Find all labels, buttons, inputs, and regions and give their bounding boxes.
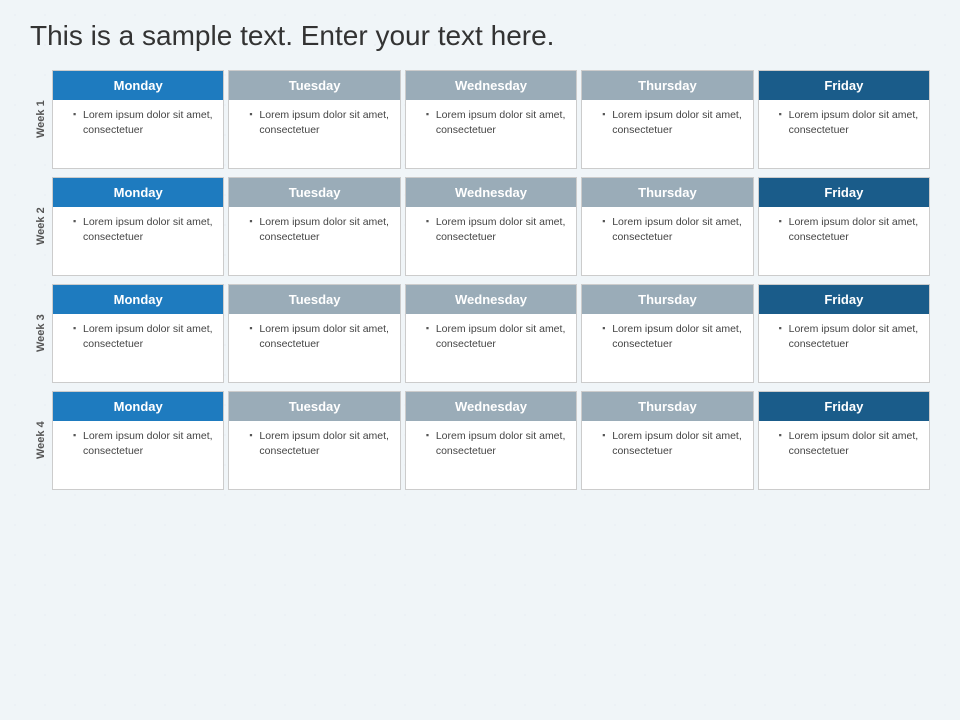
list-item: Lorem ipsum dolor sit amet, consectetuer xyxy=(602,322,744,351)
list-item: Lorem ipsum dolor sit amet, consectetuer xyxy=(426,429,568,458)
day-header-week2-monday: Monday xyxy=(53,178,223,207)
day-body-week2-monday: Lorem ipsum dolor sit amet, consectetuer xyxy=(53,207,223,275)
day-body-week3-thursday: Lorem ipsum dolor sit amet, consectetuer xyxy=(582,314,752,382)
list-item: Lorem ipsum dolor sit amet, consectetuer xyxy=(779,429,921,458)
list-item: Lorem ipsum dolor sit amet, consectetuer xyxy=(426,108,568,137)
days-container-week-2: Monday Lorem ipsum dolor sit amet, consec… xyxy=(52,177,930,276)
day-header-week4-thursday: Thursday xyxy=(582,392,752,421)
day-body-week4-monday: Lorem ipsum dolor sit amet, consectetuer xyxy=(53,421,223,489)
day-cell-week4-friday: Friday Lorem ipsum dolor sit amet, consec… xyxy=(758,391,930,490)
day-body-week3-friday: Lorem ipsum dolor sit amet, consectetuer xyxy=(759,314,929,382)
day-header-week3-friday: Friday xyxy=(759,285,929,314)
list-item: Lorem ipsum dolor sit amet, consectetuer xyxy=(73,322,215,351)
list-item: Lorem ipsum dolor sit amet, consectetuer xyxy=(426,322,568,351)
day-cell-week3-friday: Friday Lorem ipsum dolor sit amet, consec… xyxy=(758,284,930,383)
day-body-week3-wednesday: Lorem ipsum dolor sit amet, consectetuer xyxy=(406,314,576,382)
day-header-week2-tuesday: Tuesday xyxy=(229,178,399,207)
list-item: Lorem ipsum dolor sit amet, consectetuer xyxy=(249,429,391,458)
week-row-2: Week 2Monday Lorem ipsum dolor sit amet, … xyxy=(30,177,930,276)
page-title: This is a sample text. Enter your text h… xyxy=(30,20,930,52)
list-item: Lorem ipsum dolor sit amet, consectetuer xyxy=(73,108,215,137)
day-body-week4-wednesday: Lorem ipsum dolor sit amet, consectetuer xyxy=(406,421,576,489)
day-body-week1-thursday: Lorem ipsum dolor sit amet, consectetuer xyxy=(582,100,752,168)
day-header-week1-friday: Friday xyxy=(759,71,929,100)
day-body-week1-friday: Lorem ipsum dolor sit amet, consectetuer xyxy=(759,100,929,168)
day-body-week3-tuesday: Lorem ipsum dolor sit amet, consectetuer xyxy=(229,314,399,382)
list-item: Lorem ipsum dolor sit amet, consectetuer xyxy=(73,215,215,244)
week-label-3: Week 3 xyxy=(30,284,52,383)
day-cell-week2-wednesday: Wednesday Lorem ipsum dolor sit amet, con… xyxy=(405,177,577,276)
list-item: Lorem ipsum dolor sit amet, consectetuer xyxy=(779,215,921,244)
day-body-week2-thursday: Lorem ipsum dolor sit amet, consectetuer xyxy=(582,207,752,275)
day-body-week1-monday: Lorem ipsum dolor sit amet, consectetuer xyxy=(53,100,223,168)
day-body-week4-thursday: Lorem ipsum dolor sit amet, consectetuer xyxy=(582,421,752,489)
week-label-2: Week 2 xyxy=(30,177,52,276)
page-container: This is a sample text. Enter your text h… xyxy=(0,0,960,720)
day-cell-week4-monday: Monday Lorem ipsum dolor sit amet, consec… xyxy=(52,391,224,490)
list-item: Lorem ipsum dolor sit amet, consectetuer xyxy=(249,215,391,244)
day-header-week2-wednesday: Wednesday xyxy=(406,178,576,207)
day-body-week3-monday: Lorem ipsum dolor sit amet, consectetuer xyxy=(53,314,223,382)
day-cell-week4-tuesday: Tuesday Lorem ipsum dolor sit amet, conse… xyxy=(228,391,400,490)
list-item: Lorem ipsum dolor sit amet, consectetuer xyxy=(602,429,744,458)
day-cell-week4-wednesday: Wednesday Lorem ipsum dolor sit amet, con… xyxy=(405,391,577,490)
list-item: Lorem ipsum dolor sit amet, consectetuer xyxy=(602,215,744,244)
day-body-week2-friday: Lorem ipsum dolor sit amet, consectetuer xyxy=(759,207,929,275)
day-body-week2-tuesday: Lorem ipsum dolor sit amet, consectetuer xyxy=(229,207,399,275)
week-row-4: Week 4Monday Lorem ipsum dolor sit amet, … xyxy=(30,391,930,490)
day-body-week4-friday: Lorem ipsum dolor sit amet, consectetuer xyxy=(759,421,929,489)
list-item: Lorem ipsum dolor sit amet, consectetuer xyxy=(426,215,568,244)
day-header-week1-monday: Monday xyxy=(53,71,223,100)
day-header-week3-thursday: Thursday xyxy=(582,285,752,314)
day-header-week3-wednesday: Wednesday xyxy=(406,285,576,314)
list-item: Lorem ipsum dolor sit amet, consectetuer xyxy=(249,322,391,351)
day-body-week1-wednesday: Lorem ipsum dolor sit amet, consectetuer xyxy=(406,100,576,168)
day-header-week3-monday: Monday xyxy=(53,285,223,314)
day-cell-week1-wednesday: Wednesday Lorem ipsum dolor sit amet, con… xyxy=(405,70,577,169)
week-label-1: Week 1 xyxy=(30,70,52,169)
day-cell-week3-thursday: Thursday Lorem ipsum dolor sit amet, cons… xyxy=(581,284,753,383)
day-cell-week1-friday: Friday Lorem ipsum dolor sit amet, consec… xyxy=(758,70,930,169)
day-cell-week3-monday: Monday Lorem ipsum dolor sit amet, consec… xyxy=(52,284,224,383)
day-header-week2-thursday: Thursday xyxy=(582,178,752,207)
day-header-week3-tuesday: Tuesday xyxy=(229,285,399,314)
day-body-week2-wednesday: Lorem ipsum dolor sit amet, consectetuer xyxy=(406,207,576,275)
day-header-week1-tuesday: Tuesday xyxy=(229,71,399,100)
day-header-week4-wednesday: Wednesday xyxy=(406,392,576,421)
day-cell-week3-tuesday: Tuesday Lorem ipsum dolor sit amet, conse… xyxy=(228,284,400,383)
day-body-week1-tuesday: Lorem ipsum dolor sit amet, consectetuer xyxy=(229,100,399,168)
day-header-week4-friday: Friday xyxy=(759,392,929,421)
day-body-week4-tuesday: Lorem ipsum dolor sit amet, consectetuer xyxy=(229,421,399,489)
week-row-3: Week 3Monday Lorem ipsum dolor sit amet, … xyxy=(30,284,930,383)
week-row-1: Week 1Monday Lorem ipsum dolor sit amet, … xyxy=(30,70,930,169)
day-cell-week1-thursday: Thursday Lorem ipsum dolor sit amet, cons… xyxy=(581,70,753,169)
schedule-grid: Week 1MondayLorem ipsum dolor sit amet, … xyxy=(30,70,930,490)
day-header-week2-friday: Friday xyxy=(759,178,929,207)
day-header-week4-tuesday: Tuesday xyxy=(229,392,399,421)
week-label-4: Week 4 xyxy=(30,391,52,490)
day-cell-week2-thursday: Thursday Lorem ipsum dolor sit amet, cons… xyxy=(581,177,753,276)
day-cell-week2-tuesday: Tuesday Lorem ipsum dolor sit amet, conse… xyxy=(228,177,400,276)
day-cell-week2-monday: Monday Lorem ipsum dolor sit amet, consec… xyxy=(52,177,224,276)
day-cell-week3-wednesday: Wednesday Lorem ipsum dolor sit amet, con… xyxy=(405,284,577,383)
list-item: Lorem ipsum dolor sit amet, consectetuer xyxy=(779,108,921,137)
list-item: Lorem ipsum dolor sit amet, consectetuer xyxy=(249,108,391,137)
day-header-week4-monday: Monday xyxy=(53,392,223,421)
days-container-week-1: Monday Lorem ipsum dolor sit amet, consec… xyxy=(52,70,930,169)
day-cell-week4-thursday: Thursday Lorem ipsum dolor sit amet, cons… xyxy=(581,391,753,490)
day-header-week1-wednesday: Wednesday xyxy=(406,71,576,100)
day-cell-week1-monday: Monday Lorem ipsum dolor sit amet, consec… xyxy=(52,70,224,169)
day-cell-week2-friday: Friday Lorem ipsum dolor sit amet, consec… xyxy=(758,177,930,276)
day-cell-week1-tuesday: Tuesday Lorem ipsum dolor sit amet, conse… xyxy=(228,70,400,169)
days-container-week-3: Monday Lorem ipsum dolor sit amet, consec… xyxy=(52,284,930,383)
list-item: Lorem ipsum dolor sit amet, consectetuer xyxy=(779,322,921,351)
day-header-week1-thursday: Thursday xyxy=(582,71,752,100)
list-item: Lorem ipsum dolor sit amet, consectetuer xyxy=(602,108,744,137)
days-container-week-4: Monday Lorem ipsum dolor sit amet, consec… xyxy=(52,391,930,490)
list-item: Lorem ipsum dolor sit amet, consectetuer xyxy=(73,429,215,458)
